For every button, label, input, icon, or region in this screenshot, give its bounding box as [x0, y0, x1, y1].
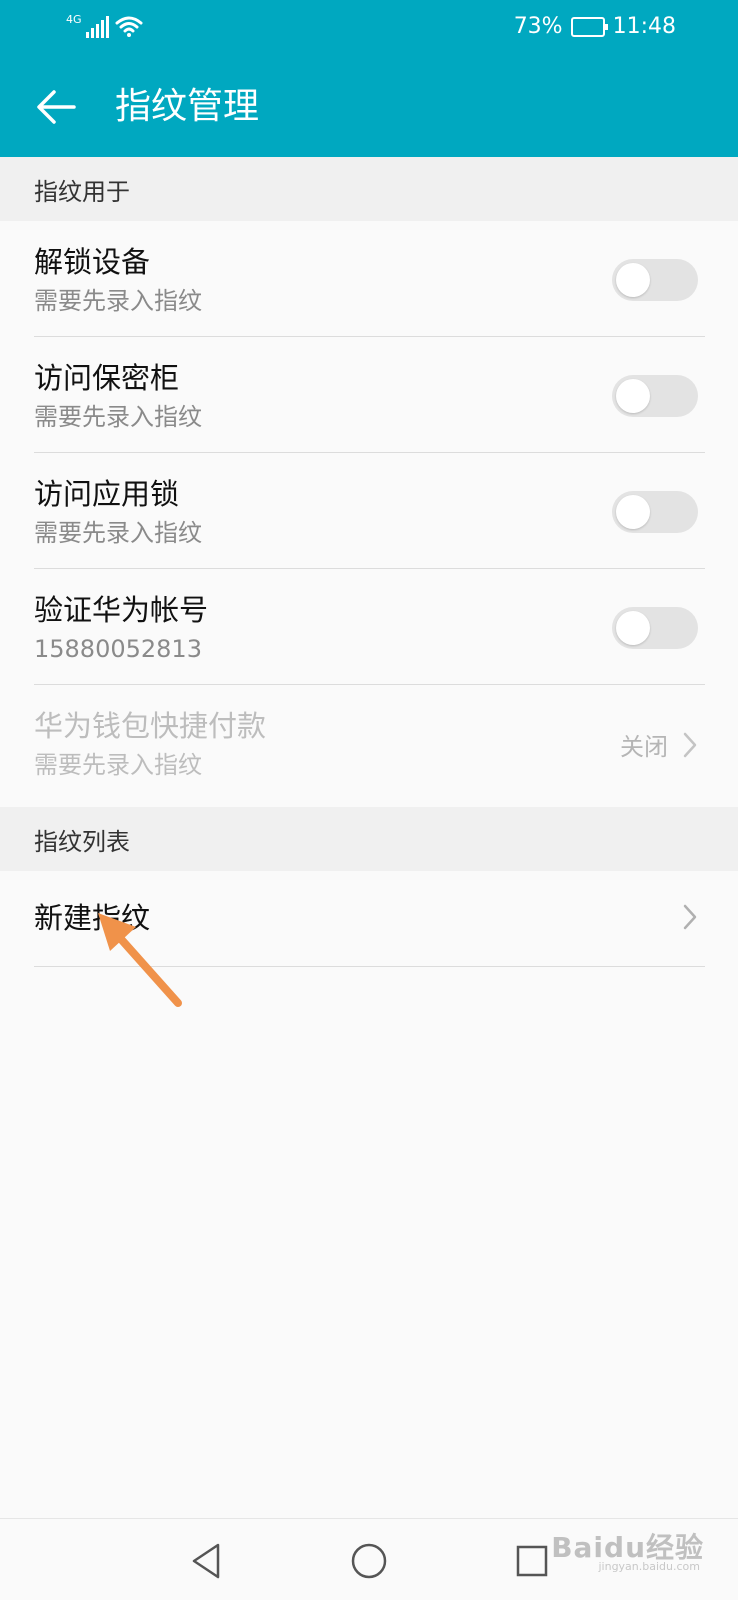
setting-unlock-device[interactable]: 解锁设备 需要先录入指纹 [0, 221, 738, 337]
setting-title: 访问应用锁 [34, 477, 180, 511]
setting-title: 访问保密柜 [34, 361, 180, 395]
square-recents-icon [516, 1545, 548, 1577]
watermark-url: jingyan.baidu.com [598, 1560, 700, 1573]
nav-back-button[interactable] [184, 1539, 228, 1583]
setting-app-lock[interactable]: 访问应用锁 需要先录入指纹 [0, 453, 738, 569]
section-header-usage: 指纹用于 [0, 157, 738, 221]
network-type: 4G [66, 13, 82, 26]
chevron-right-icon [683, 904, 697, 930]
page-title: 指纹管理 [115, 86, 260, 127]
nav-recents-button[interactable] [510, 1539, 554, 1583]
app-header: 4G 73% ⚡ 11:48 指纹管理 [0, 0, 738, 157]
account-number: 15880052813 [34, 635, 202, 663]
access-safe-toggle[interactable] [612, 375, 698, 417]
battery-percent: 73% [513, 14, 563, 39]
arrow-left-icon [37, 90, 76, 124]
battery-icon: ⚡ [570, 16, 608, 37]
setting-access-safe[interactable]: 访问保密柜 需要先录入指纹 [0, 337, 738, 453]
setting-title: 验证华为帐号 [34, 593, 209, 627]
setting-subtitle: 需要先录入指纹 [34, 287, 202, 315]
section-header-list: 指纹列表 [0, 807, 738, 871]
setting-subtitle: 需要先录入指纹 [34, 751, 202, 779]
unlock-device-toggle[interactable] [612, 259, 698, 301]
back-button[interactable] [30, 83, 82, 131]
wallet-status-value: 关闭 [620, 733, 668, 761]
verify-account-toggle[interactable] [612, 607, 698, 649]
annotation-arrow-icon [98, 913, 182, 1007]
nav-home-button[interactable] [347, 1539, 391, 1583]
app-lock-toggle[interactable] [612, 491, 698, 533]
triangle-back-icon [192, 1543, 220, 1579]
signal-icon [85, 16, 109, 38]
setting-subtitle: 需要先录入指纹 [34, 519, 202, 547]
status-bar: 4G 73% ⚡ 11:48 [0, 0, 738, 58]
setting-title: 华为钱包快捷付款 [34, 709, 267, 743]
chevron-right-icon [683, 732, 697, 757]
setting-wallet-quick-pay: 华为钱包快捷付款 需要先录入指纹 关闭 [0, 685, 738, 807]
clock: 11:48 [612, 14, 676, 39]
wifi-icon [115, 16, 143, 37]
setting-title: 解锁设备 [34, 245, 151, 279]
circle-home-icon [351, 1543, 387, 1579]
setting-verify-huawei-account[interactable]: 验证华为帐号 15880052813 [0, 569, 738, 685]
setting-subtitle: 需要先录入指纹 [34, 403, 202, 431]
baidu-watermark: Baidu经验 jingyan.baidu.com [551, 1526, 704, 1573]
